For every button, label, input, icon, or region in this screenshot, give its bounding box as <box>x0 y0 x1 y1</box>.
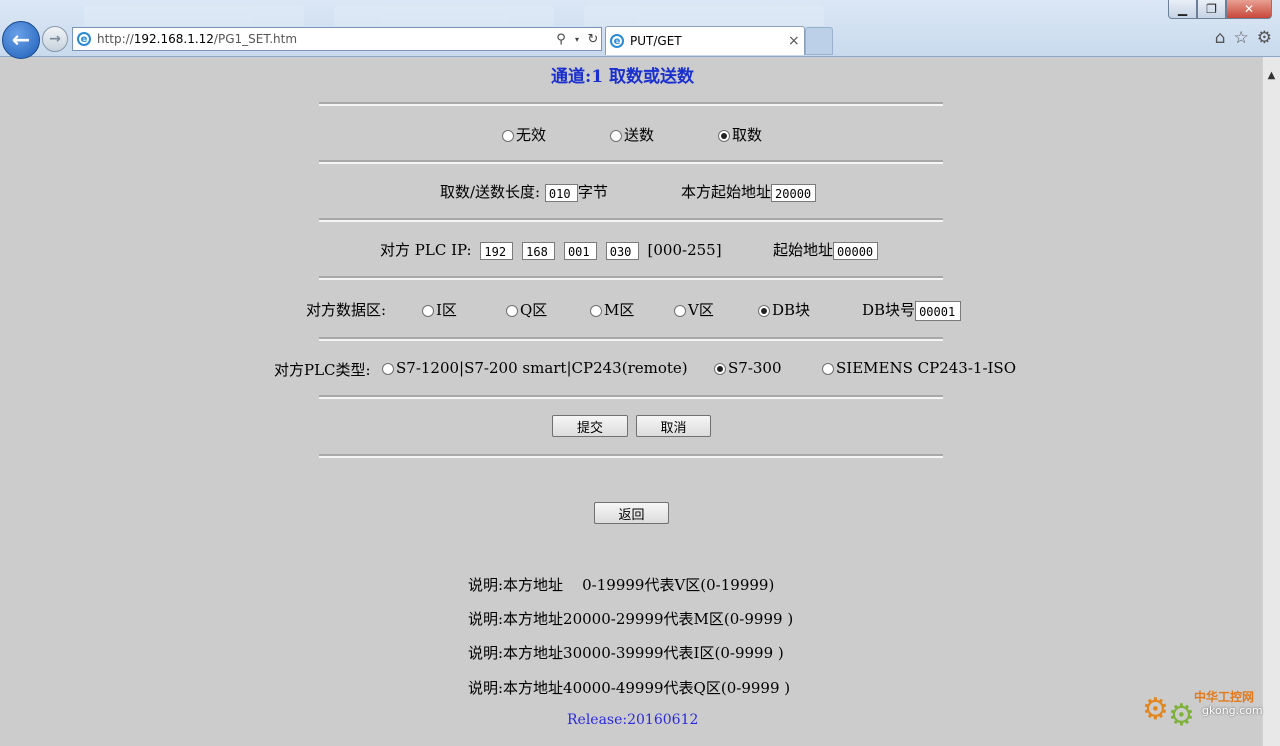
new-tab-button[interactable] <box>805 27 833 55</box>
ip-octet-4-input[interactable]: 030 <box>605 242 639 260</box>
remote-start-label: 起始地址 <box>773 241 834 259</box>
radio-area-v[interactable] <box>674 305 686 317</box>
mode-option-send[interactable]: 送数 <box>610 124 654 145</box>
ip-octet-1-input[interactable]: 192 <box>480 242 514 260</box>
home-icon[interactable]: ⌂ <box>1215 28 1226 48</box>
tab-put-get[interactable]: e PUT/GET × <box>605 26 805 55</box>
radio-plc-cp243[interactable] <box>822 363 834 375</box>
radio-send[interactable] <box>610 130 622 142</box>
length-row: 取数/送数长度: 010 字节 <box>440 181 608 202</box>
tab-title: PUT/GET <box>630 34 682 48</box>
db-number-label: DB块号 <box>862 301 916 319</box>
radio-area-db[interactable] <box>758 305 770 317</box>
favorites-star-icon[interactable]: ☆ <box>1234 28 1249 48</box>
remote-start-input[interactable]: 00000 <box>833 242 879 260</box>
ip-octet-3-input[interactable]: 001 <box>563 242 597 260</box>
divider <box>319 102 943 106</box>
back-button[interactable]: ← <box>2 21 40 59</box>
divider <box>319 454 943 458</box>
db-number-row: DB块号 00001 <box>862 299 962 321</box>
note-v-area: 说明:本方地址 0-19999代表V区(0-19999) <box>468 576 775 594</box>
minimize-button[interactable]: ▁ <box>1168 0 1197 19</box>
divider <box>319 160 943 164</box>
page-title: 通道:1 取数或送数 <box>551 67 695 87</box>
radio-plc-s7-300[interactable] <box>714 363 726 375</box>
length-input[interactable]: 010 <box>544 184 578 202</box>
page-content: 通道:1 取数或送数 无效 送数 取数 取数/送数长度: 010 字节 本方起始地… <box>0 57 1263 746</box>
radio-fetch[interactable] <box>718 130 730 142</box>
background-taskbar <box>84 2 1174 28</box>
release-version: Release:20160612 <box>567 712 699 728</box>
back-arrow-icon: ← <box>11 27 31 53</box>
radio-area-q[interactable] <box>506 305 518 317</box>
dropdown-icon[interactable]: ▾ <box>569 35 585 44</box>
tab-close-icon[interactable]: × <box>788 33 804 49</box>
area-option-q[interactable]: Q区 <box>506 299 547 320</box>
divider <box>319 337 943 341</box>
restore-button[interactable]: ❐ <box>1197 0 1226 19</box>
area-option-i[interactable]: I区 <box>422 299 457 320</box>
radio-area-i[interactable] <box>422 305 434 317</box>
local-start-label: 本方起始地址 <box>681 183 772 201</box>
orange-gear-icon: ⚙ <box>1142 692 1169 727</box>
search-icon[interactable]: ⚲ <box>553 32 569 47</box>
close-window-button[interactable]: ✕ <box>1226 0 1272 19</box>
plc-type-option-cp243[interactable]: SIEMENS CP243-1-ISO <box>822 359 1016 377</box>
cancel-button[interactable]: 取消 <box>636 415 711 437</box>
plc-type-label: 对方PLC类型: <box>274 361 371 379</box>
remote-area-label: 对方数据区: <box>306 301 387 319</box>
window-controls: ▁ ❐ ✕ <box>1168 0 1272 20</box>
toolbar-icons: ⌂ ☆ ⚙ <box>1215 28 1272 48</box>
area-option-v[interactable]: V区 <box>674 299 714 320</box>
remote-start-row: 起始地址 00000 <box>773 239 879 260</box>
area-option-m[interactable]: M区 <box>590 299 634 320</box>
ip-octet-2-input[interactable]: 168 <box>522 242 556 260</box>
submit-button[interactable]: 提交 <box>552 415 628 437</box>
length-label: 取数/送数长度: <box>440 183 541 201</box>
length-unit: 字节 <box>577 183 608 201</box>
watermark-text-en: gkong.com <box>1202 704 1263 717</box>
radio-plc-s7-1200[interactable] <box>382 363 394 375</box>
browser-chrome: ▁ ❐ ✕ ← → e http://192.168.1.12/PG1_SET.… <box>0 0 1280 59</box>
settings-gear-icon[interactable]: ⚙ <box>1257 28 1272 48</box>
vertical-scrollbar[interactable]: ▲ <box>1262 57 1280 746</box>
address-bar[interactable]: e http://192.168.1.12/PG1_SET.htm ⚲ ▾ ↻ <box>72 27 602 51</box>
back-page-button[interactable]: 返回 <box>594 502 669 524</box>
divider <box>319 218 943 222</box>
scroll-up-arrow-icon[interactable]: ▲ <box>1263 67 1280 84</box>
radio-none[interactable] <box>502 130 514 142</box>
mode-option-none[interactable]: 无效 <box>502 124 546 145</box>
url-text[interactable]: http://192.168.1.12/PG1_SET.htm <box>97 32 553 46</box>
note-i-area: 说明:本方地址30000-39999代表I区(0-9999 ) <box>468 644 784 662</box>
green-gear-icon: ⚙ <box>1168 698 1195 733</box>
area-option-db[interactable]: DB块 <box>758 299 810 320</box>
forward-button[interactable]: → <box>42 26 68 52</box>
mode-option-fetch[interactable]: 取数 <box>718 124 762 145</box>
local-start-input[interactable]: 20000 <box>771 184 817 202</box>
plc-type-option-s7-300[interactable]: S7-300 <box>714 359 782 377</box>
remote-ip-row: 对方 PLC IP: 192 168 001 030 [000-255] <box>380 239 722 260</box>
note-m-area: 说明:本方地址20000-29999代表M区(0-9999 ) <box>468 610 794 628</box>
divider <box>319 276 943 280</box>
plc-type-option-s7-1200[interactable]: S7-1200|S7-200 smart|CP243(remote) <box>382 359 688 377</box>
note-q-area: 说明:本方地址40000-49999代表Q区(0-9999 ) <box>468 679 791 697</box>
ip-range-hint: [000-255] <box>647 241 722 259</box>
tab-ie-icon: e <box>610 34 624 48</box>
refresh-icon[interactable]: ↻ <box>585 32 601 47</box>
divider <box>319 395 943 399</box>
watermark-text-cn: 中华工控网 <box>1194 690 1255 704</box>
radio-area-m[interactable] <box>590 305 602 317</box>
gkong-watermark-logo: ⚙ ⚙ 中华工控网 gkong.com <box>1142 686 1270 733</box>
remote-ip-label: 对方 PLC IP: <box>380 241 472 259</box>
db-number-input[interactable]: 00001 <box>915 301 962 321</box>
local-start-row: 本方起始地址 20000 <box>681 181 817 202</box>
forward-arrow-icon: → <box>49 31 61 47</box>
ie-icon: e <box>77 32 91 46</box>
